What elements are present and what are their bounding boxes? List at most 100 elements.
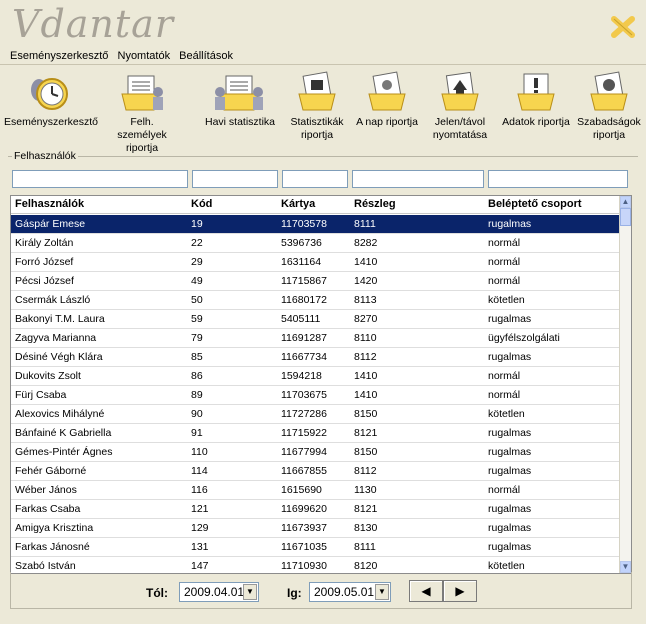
filter-felhasznalok[interactable]: [12, 170, 188, 188]
cell-name: Gémes-Pintér Ágnes: [15, 446, 113, 458]
to-label: Ig:: [287, 586, 302, 600]
toolbar-button-a-nap-riportja[interactable]: A nap riportja: [354, 66, 420, 129]
header-felhasznalok[interactable]: Felhasználók: [15, 198, 84, 210]
cell-csoport: rugalmas: [488, 218, 532, 230]
table-row[interactable]: Farkas Jánosné 131 11671035 8111 rugalmas: [11, 538, 620, 557]
menu-beallitasok[interactable]: Beállítások: [176, 48, 236, 64]
table-row[interactable]: Wéber János 116 1615690 1130 normál: [11, 481, 620, 500]
cell-csoport: rugalmas: [488, 465, 532, 477]
scroll-thumb[interactable]: [620, 208, 631, 226]
cell-kartya: 11677994: [281, 446, 327, 458]
toolbar-button-szabadsagok-riportja[interactable]: Szabadságok riportja: [574, 66, 644, 142]
table-row[interactable]: Alexovics Mihályné 90 11727286 8150 kötetlen: [11, 405, 620, 424]
filter-csoport[interactable]: [488, 170, 628, 188]
cell-reszleg: 8113: [354, 294, 377, 306]
cell-reszleg: 1410: [354, 370, 378, 382]
cell-csoport: normál: [488, 256, 521, 268]
cell-name: Farkas Csaba: [15, 503, 81, 515]
table-row[interactable]: Bakonyi T.M. Laura 59 5405111 8270 rugalmas: [11, 310, 620, 329]
cell-name: Bánfainé K Gabriella: [15, 427, 112, 439]
cell-kod: 129: [191, 522, 209, 534]
table-row[interactable]: Forró József 29 1631164 1410 normál: [11, 253, 620, 272]
cell-reszleg: 8150: [354, 408, 378, 420]
to-date-select[interactable]: 2009.05.01 ▼: [309, 582, 391, 602]
from-date-select[interactable]: 2009.04.01 ▼: [179, 582, 259, 602]
menu-bar: Eseményszerkesztő Nyomtatók Beállítások: [0, 48, 646, 65]
group-legend: Felhasználók: [12, 150, 78, 162]
status-bar: [10, 612, 630, 622]
from-label: Tól:: [146, 586, 168, 600]
cell-name: Fürj Csaba: [15, 389, 67, 401]
table-row[interactable]: Pécsi József 49 11715867 1420 normál: [11, 272, 620, 291]
header-kod[interactable]: Kód: [191, 198, 212, 210]
cell-reszleg: 8282: [354, 237, 378, 249]
previous-button[interactable]: ◀: [409, 580, 443, 602]
cell-kartya: 11715922: [281, 427, 327, 439]
clock-icon: [31, 78, 68, 110]
filter-kartya[interactable]: [282, 170, 348, 188]
cell-kod: 89: [191, 389, 203, 401]
table-row[interactable]: Bánfainé K Gabriella 91 11715922 8121 rugalm…: [11, 424, 620, 443]
filter-kod[interactable]: [192, 170, 278, 188]
table-row[interactable]: Király Zoltán 22 5396736 8282 normál: [11, 234, 620, 253]
cell-reszleg: 8150: [354, 446, 378, 458]
scroll-up-icon[interactable]: ▲: [620, 196, 631, 208]
menu-nyomtatok[interactable]: Nyomtatók: [115, 48, 174, 64]
cell-name: Zagyva Marianna: [15, 332, 97, 344]
cell-kartya: 11727286: [281, 408, 327, 420]
table-row[interactable]: Gáspár Emese 19 11703578 8111 rugalmas: [11, 215, 620, 234]
cell-reszleg: 8112: [354, 465, 377, 477]
toolbar-button-esemenyszerkeszto[interactable]: Eseményszerkesztő: [4, 66, 98, 129]
vertical-scrollbar[interactable]: ▲ ▼: [619, 196, 631, 573]
table-row[interactable]: Farkas Csaba 121 11699620 8121 rugalmas: [11, 500, 620, 519]
table-row[interactable]: Désiné Végh Klára 85 11667734 8112 rugalmas: [11, 348, 620, 367]
cell-csoport: normál: [488, 275, 521, 287]
table-row[interactable]: Fehér Gáborné 114 11667855 8112 rugalmas: [11, 462, 620, 481]
sun-report-icon: [368, 71, 406, 111]
cell-csoport: kötetlen: [488, 408, 525, 420]
table-row[interactable]: Csermák László 50 11680172 8113 kötetlen: [11, 291, 620, 310]
table-row[interactable]: Fürj Csaba 89 11703675 1410 normál: [11, 386, 620, 405]
cell-name: Dukovits Zsolt: [15, 370, 81, 382]
stats-report-icon: [298, 71, 336, 111]
cell-name: Amigya Krisztina: [15, 522, 94, 534]
filter-reszleg[interactable]: [352, 170, 484, 188]
cell-name: Désiné Végh Klára: [15, 351, 103, 363]
toolbar-button-jelen-tavol[interactable]: Jelen/távol nyomtatása: [424, 66, 496, 142]
cell-kartya: 11691287: [281, 332, 327, 344]
menu-eseményszerkesztő[interactable]: Eseményszerkesztő: [0, 48, 111, 64]
cell-csoport: ügyfélszolgálati: [488, 332, 560, 344]
header-reszleg[interactable]: Részleg: [354, 198, 396, 210]
cell-kartya: 5396736: [281, 237, 322, 249]
toolbar-button-statisztikak-riportja[interactable]: Statisztikák riportja: [284, 66, 350, 142]
header-beleptetö-csoport[interactable]: Beléptető csoport: [488, 198, 582, 210]
close-icon[interactable]: [610, 14, 636, 40]
cell-kod: 50: [191, 294, 203, 306]
cell-csoport: rugalmas: [488, 351, 532, 363]
next-button[interactable]: ▶: [443, 580, 477, 602]
cell-reszleg: 8121: [354, 427, 378, 439]
cell-kod: 121: [191, 503, 209, 515]
cell-kartya: 11667734: [281, 351, 327, 363]
table-row[interactable]: Dukovits Zsolt 86 1594218 1410 normál: [11, 367, 620, 386]
cell-name: Király Zoltán: [15, 237, 74, 249]
chevron-down-icon[interactable]: ▼: [375, 584, 389, 600]
cell-csoport: rugalmas: [488, 446, 532, 458]
chevron-down-icon[interactable]: ▼: [243, 584, 257, 600]
toolbar-button-adatok-riportja[interactable]: Adatok riportja: [500, 66, 572, 129]
toolbar-button-felh-szemelyek[interactable]: Felh. személyek riportja: [106, 66, 178, 155]
cell-kartya: 11673937: [281, 522, 327, 534]
cell-kod: 19: [191, 218, 203, 230]
cell-kartya: 5405111: [281, 313, 321, 325]
header-kartya[interactable]: Kártya: [281, 198, 315, 210]
table-row[interactable]: Gémes-Pintér Ágnes 110 11677994 8150 rugalma…: [11, 443, 620, 462]
table-row[interactable]: Amigya Krisztina 129 11673937 8130 rugalmas: [11, 519, 620, 538]
table-row[interactable]: Zagyva Marianna 79 11691287 8110 ügyfélszolg…: [11, 329, 620, 348]
group-divider: [8, 156, 638, 157]
cell-kartya: 11667855: [281, 465, 327, 477]
cell-kod: 131: [191, 541, 209, 553]
cell-kartya: 1631164: [281, 256, 322, 268]
toolbar-button-havi-statisztika[interactable]: Havi statisztika: [200, 66, 280, 129]
cell-kartya: 11715867: [281, 275, 327, 287]
data-report-icon: [517, 73, 555, 111]
